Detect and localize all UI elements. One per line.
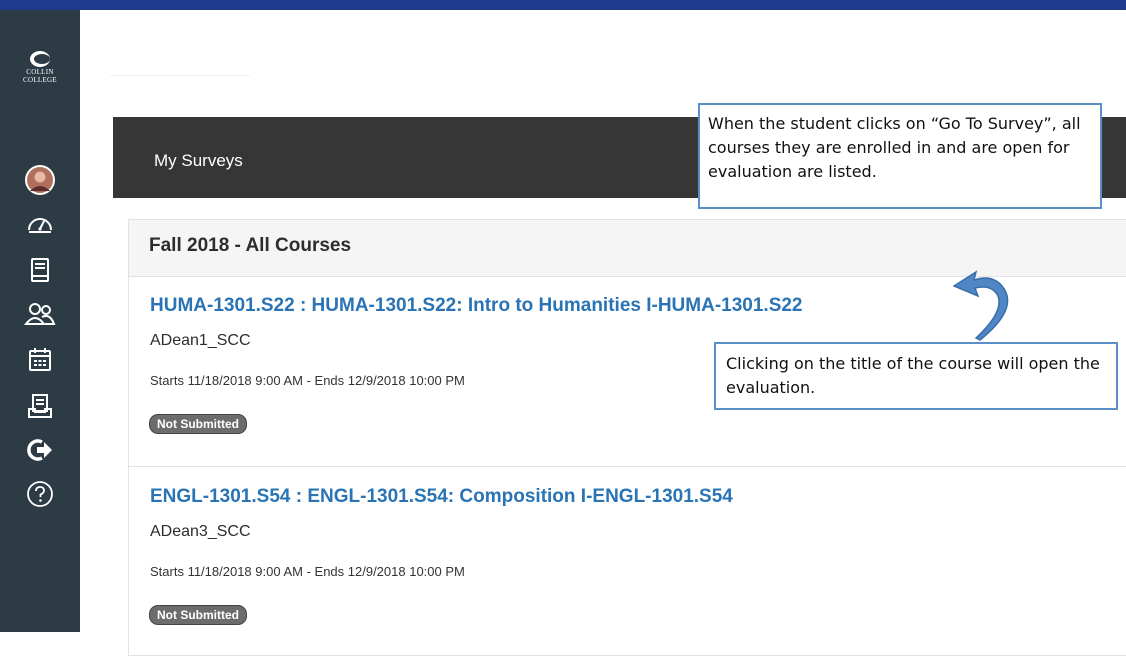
dashboard-icon xyxy=(28,218,52,233)
global-navigation-sidebar: COLLIN COLLEGE xyxy=(0,10,80,632)
courses-nav-item[interactable] xyxy=(20,250,60,290)
collin-college-logo[interactable]: COLLIN COLLEGE xyxy=(18,50,62,84)
calendar-icon xyxy=(29,348,51,371)
go-to-survey-callout: When the student clicks on “Go To Survey… xyxy=(698,103,1102,209)
account-avatar[interactable] xyxy=(20,160,60,200)
help-icon xyxy=(27,481,53,507)
groups-icon xyxy=(24,303,56,325)
course-instructor: ADean1_SCC xyxy=(150,332,251,349)
course-title-link[interactable]: ENGL-1301.S54 : ENGL-1301.S54: Compositi… xyxy=(150,486,733,508)
course-title-callout: Clicking on the title of the course will… xyxy=(714,342,1118,410)
inbox-nav-item[interactable] xyxy=(20,386,60,426)
course-dates: Starts 11/18/2018 9:00 AM - Ends 12/9/20… xyxy=(150,373,465,388)
dashboard-nav-item[interactable] xyxy=(20,204,60,244)
course-item: ENGL-1301.S54 : ENGL-1301.S54: Compositi… xyxy=(129,467,1126,656)
help-nav-item[interactable] xyxy=(20,474,60,514)
avatar xyxy=(25,165,55,195)
logo-text-line-2: COLLEGE xyxy=(23,76,57,84)
status-badge: Not Submitted xyxy=(149,414,247,434)
curved-arrow-icon xyxy=(952,270,1009,341)
groups-nav-item[interactable] xyxy=(20,294,60,334)
course-dates: Starts 11/18/2018 9:00 AM - Ends 12/9/20… xyxy=(150,564,465,579)
course-instructor: ADean3_SCC xyxy=(150,523,251,540)
logout-nav-item[interactable] xyxy=(20,430,60,470)
logo-mark-icon xyxy=(30,51,50,67)
course-title-link[interactable]: HUMA-1301.S22 : HUMA-1301.S22: Intro to … xyxy=(150,295,803,317)
courses-icon xyxy=(31,258,49,282)
term-title: Fall 2018 - All Courses xyxy=(149,235,352,256)
logo-text-line-1: COLLIN xyxy=(26,68,54,76)
calendar-nav-item[interactable] xyxy=(20,340,60,380)
logout-icon xyxy=(27,439,52,461)
inbox-icon xyxy=(28,394,52,418)
page-title: My Surveys xyxy=(154,151,243,170)
divider xyxy=(110,75,250,76)
status-badge: Not Submitted xyxy=(149,605,247,625)
top-accent-bar xyxy=(0,0,1126,10)
